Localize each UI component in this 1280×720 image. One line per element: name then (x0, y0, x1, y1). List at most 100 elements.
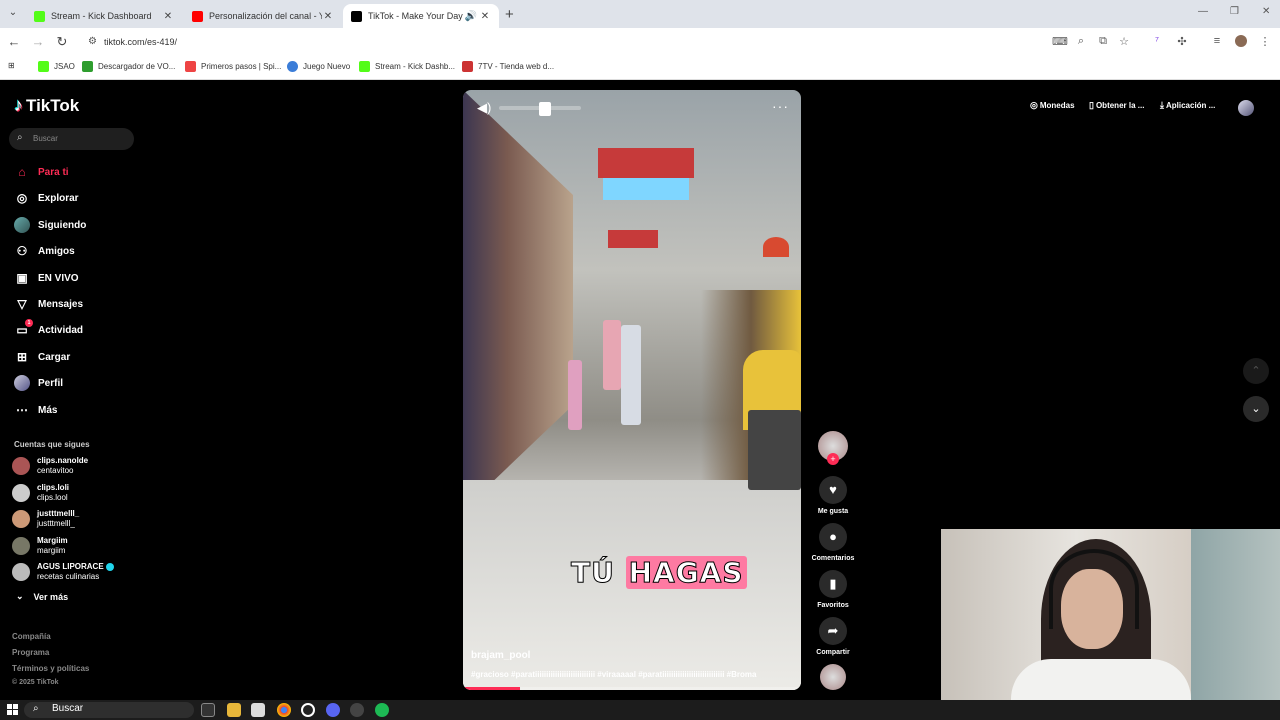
tab-tiktok[interactable]: TikTok - Make Your Day 🔊 ✕ (343, 4, 499, 28)
sidebar-item-cargar[interactable]: ⊞ Cargar (14, 348, 70, 366)
profile-avatar (14, 375, 30, 391)
bookmark-primeros-pasos[interactable]: Primeros pasos | Spi... (185, 61, 281, 72)
zoom-icon[interactable]: ⌕ (1074, 35, 1088, 48)
7tv-extension-icon[interactable]: ⁷ (1150, 35, 1164, 47)
sidebar-item-explorar[interactable]: ◎ Explorar (14, 189, 79, 207)
reload-icon[interactable]: ↻ (54, 34, 70, 50)
back-icon[interactable]: ← (6, 34, 22, 49)
spotify-icon[interactable] (375, 703, 389, 717)
creator-avatar[interactable]: + (808, 431, 858, 465)
avatar (12, 457, 30, 475)
tiktok-note-icon: ♪ (14, 95, 23, 115)
volume-icon[interactable]: ◀) (477, 100, 491, 116)
tab-search-icon[interactable]: ⌄ (6, 7, 20, 21)
chevron-up-icon: ⌃ (1251, 365, 1261, 377)
bookmark-star-icon[interactable]: ☆ (1117, 35, 1131, 48)
next-video-button[interactable]: ⌄ (1243, 396, 1269, 422)
comments-button[interactable]: ● Comentarios (808, 523, 858, 562)
bookmark-kick-dashboard[interactable]: Stream - Kick Dashb... (359, 61, 455, 72)
bookmark-descargador[interactable]: Descargador de VO... (82, 61, 175, 72)
minimize-icon[interactable]: — (1198, 6, 1208, 17)
follow-plus-icon[interactable]: + (827, 453, 839, 465)
bookmark-label: 7TV - Tienda web d... (478, 62, 555, 71)
following-account[interactable]: clips.loli clips.lool (12, 483, 69, 503)
footer-link-program[interactable]: Programa (12, 648, 49, 657)
close-tab-icon[interactable]: ✕ (479, 11, 491, 22)
more-options-icon[interactable]: ··· (772, 98, 789, 114)
extensions-icon[interactable]: ✣ (1175, 35, 1189, 48)
bookmark-jsao[interactable]: JSAO (38, 61, 75, 72)
sidebar-item-mas[interactable]: ⋯ Más (14, 401, 57, 419)
windows-taskbar: ⌕ Buscar (0, 700, 1280, 720)
bookmark-juego-nuevo[interactable]: Juego Nuevo (287, 61, 350, 72)
activity-icon: ▭ 1 (14, 319, 33, 338)
following-account[interactable]: justttmelll_ justttmelll_ (12, 509, 79, 529)
site-info-icon[interactable]: ⚙ (88, 36, 97, 47)
address-bar[interactable]: ⚙ tiktok.com/es-419/ (80, 32, 1140, 52)
search-icon: ⌕ (17, 132, 23, 143)
bookmark-favicon-icon (462, 61, 473, 72)
video-player[interactable]: ◀) ··· TÚ HAGAS brajam_pool #gracioso #p… (463, 90, 801, 690)
tiktok-logo[interactable]: ♪ TikTok (14, 95, 79, 116)
app-icon[interactable] (350, 703, 364, 717)
subtitle-highlighted-word: HAGAS (625, 556, 747, 590)
install-app-icon[interactable]: ⧉ (1096, 35, 1110, 48)
share-button[interactable]: ➦ Compartir (808, 617, 858, 656)
tab-kick-dashboard[interactable]: Stream - Kick Dashboard ✕ (26, 4, 182, 28)
new-tab-icon[interactable]: + (505, 6, 514, 23)
sidebar-item-mensajes[interactable]: ▽ Mensajes (14, 295, 83, 313)
footer-link-company[interactable]: Compañía (12, 632, 51, 641)
discord-icon[interactable] (326, 703, 340, 717)
chrome-icon[interactable] (277, 703, 291, 717)
sidebar-item-amigos[interactable]: ⚇ Amigos (14, 242, 75, 260)
following-account[interactable]: Margiim margiim (12, 536, 68, 556)
apps-grid-icon[interactable]: ⊞ (8, 61, 15, 70)
previous-video-button[interactable]: ⌃ (1243, 358, 1269, 384)
get-app-button[interactable]: ▯ Obtener la ... (1089, 100, 1144, 111)
taskbar-search[interactable]: ⌕ Buscar (24, 702, 194, 718)
audio-playing-icon[interactable]: 🔊 (463, 11, 479, 22)
share-icon: ➦ (819, 617, 847, 645)
footer-link-terms[interactable]: Términos y políticas (12, 664, 89, 673)
friends-icon: ⚇ (16, 244, 28, 258)
user-avatar[interactable] (1238, 100, 1254, 116)
favorites-button[interactable]: ▮ Favoritos (808, 570, 858, 609)
store-icon[interactable] (251, 703, 265, 717)
browser-menu-icon[interactable]: ⋮ (1258, 35, 1272, 48)
close-tab-icon[interactable]: ✕ (322, 11, 334, 22)
webcam-headset (1049, 549, 1139, 629)
following-account[interactable]: clips.nanolde centavitoo (12, 456, 88, 476)
video-progress-bar[interactable] (463, 687, 801, 690)
bookmark-label: Stream - Kick Dashb... (375, 62, 456, 71)
account-name: Margiim (37, 536, 68, 545)
sidebar-item-perfil[interactable]: Perfil (14, 374, 63, 392)
bookmark-7tv[interactable]: 7TV - Tienda web d... (462, 61, 554, 72)
video-author[interactable]: brajam_pool (471, 650, 530, 661)
sidebar-item-para-ti[interactable]: ⌂ Para ti (14, 163, 68, 181)
sidebar-item-actividad[interactable]: ▭ 1 Actividad (14, 319, 83, 339)
file-explorer-icon[interactable] (227, 703, 241, 717)
close-tab-icon[interactable]: ✕ (162, 11, 174, 22)
forward-icon[interactable]: → (30, 34, 46, 49)
sidebar-item-siguiendo[interactable]: Siguiendo (14, 216, 86, 234)
video-caption[interactable]: #gracioso #paratiiiiiiiiiiiiiiiiiiiiiiii… (471, 670, 796, 679)
desktop-app-button[interactable]: ⤓ Aplicación ... (1160, 100, 1215, 111)
profile-avatar-icon[interactable] (1234, 35, 1248, 50)
see-more-button[interactable]: ⌄ Ver más (16, 591, 68, 602)
coins-button[interactable]: ◎ Monedas (1030, 100, 1075, 111)
windows-start-icon[interactable] (7, 704, 18, 715)
following-account[interactable]: AGUS LIPORACE recetas culinarias (12, 562, 114, 582)
obs-icon[interactable] (301, 703, 315, 717)
like-button[interactable]: ♥ Me gusta (808, 476, 858, 515)
tab-groups-icon[interactable]: ≡ (1210, 35, 1224, 47)
tab-youtube-personalization[interactable]: Personalización del canal - You ✕ (184, 4, 342, 28)
translate-icon[interactable]: ⌨ (1052, 35, 1068, 48)
search-input[interactable]: ⌕ Buscar (9, 128, 134, 150)
restore-icon[interactable]: ❐ (1230, 6, 1239, 17)
volume-slider-knob[interactable] (539, 102, 551, 116)
tiktok-page: ♪ TikTok ⌕ Buscar ⌂ Para ti ◎ Explorar S… (0, 81, 1280, 700)
music-disc[interactable] (808, 664, 858, 690)
task-view-icon[interactable] (201, 703, 215, 717)
close-window-icon[interactable]: ✕ (1262, 6, 1270, 17)
sidebar-item-en-vivo[interactable]: ▣ EN VIVO (14, 269, 78, 287)
